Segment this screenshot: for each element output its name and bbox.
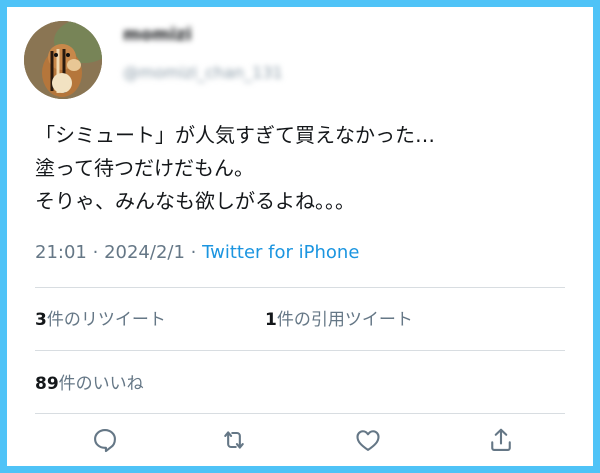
tweet-card: momizi @momizi_chan_131 「シミュート」が人気すぎて買えな…: [7, 7, 593, 466]
divider: [35, 413, 565, 414]
reply-button[interactable]: [86, 421, 124, 459]
retweet-icon: [224, 431, 244, 449]
quotes-label: 件の引用ツイート: [276, 310, 413, 330]
likes-stat[interactable]: 89件のいいね: [35, 369, 144, 394]
tweet-line: 「シミュート」が人気すぎて買えなかった…: [35, 123, 435, 147]
tweet-source-link[interactable]: Twitter for iPhone: [202, 242, 359, 263]
display-name[interactable]: momizi: [123, 25, 192, 45]
divider: [35, 350, 565, 351]
tweet-metadata: 21:01 · 2024/2/1 · Twitter for iPhone: [35, 242, 359, 263]
share-icon: [491, 428, 511, 451]
likes-label: 件のいいね: [58, 374, 144, 394]
tweet-line: 塗って待つだけだもん。: [35, 156, 254, 180]
tweet-time[interactable]: 21:01: [35, 242, 87, 263]
user-handle[interactable]: @momizi_chan_131: [123, 63, 283, 82]
likes-count: 89: [35, 374, 59, 394]
chipmunk-avatar-icon: [24, 21, 102, 99]
share-button[interactable]: [482, 421, 520, 459]
like-button[interactable]: [349, 421, 387, 459]
quotes-stat[interactable]: 1件の引用ツイート: [265, 305, 413, 330]
divider: [35, 287, 565, 288]
avatar[interactable]: [24, 21, 102, 99]
retweets-stat[interactable]: 3件のリツイート: [35, 305, 166, 330]
meta-separator: ·: [190, 242, 197, 263]
retweets-count: 3: [35, 310, 47, 330]
tweet-text: 「シミュート」が人気すぎて買えなかった… 塗って待つだけだもん。 そりゃ、みんな…: [35, 119, 435, 218]
meta-separator: ·: [92, 242, 99, 263]
quotes-count: 1: [265, 310, 277, 330]
retweet-button[interactable]: [215, 421, 253, 459]
tweet-line: そりゃ、みんなも欲しがるよね。。。: [35, 189, 355, 213]
retweets-label: 件のリツイート: [46, 310, 166, 330]
tweet-date[interactable]: 2024/2/1: [104, 242, 185, 263]
reply-icon: [94, 429, 116, 453]
like-icon: [356, 430, 380, 451]
